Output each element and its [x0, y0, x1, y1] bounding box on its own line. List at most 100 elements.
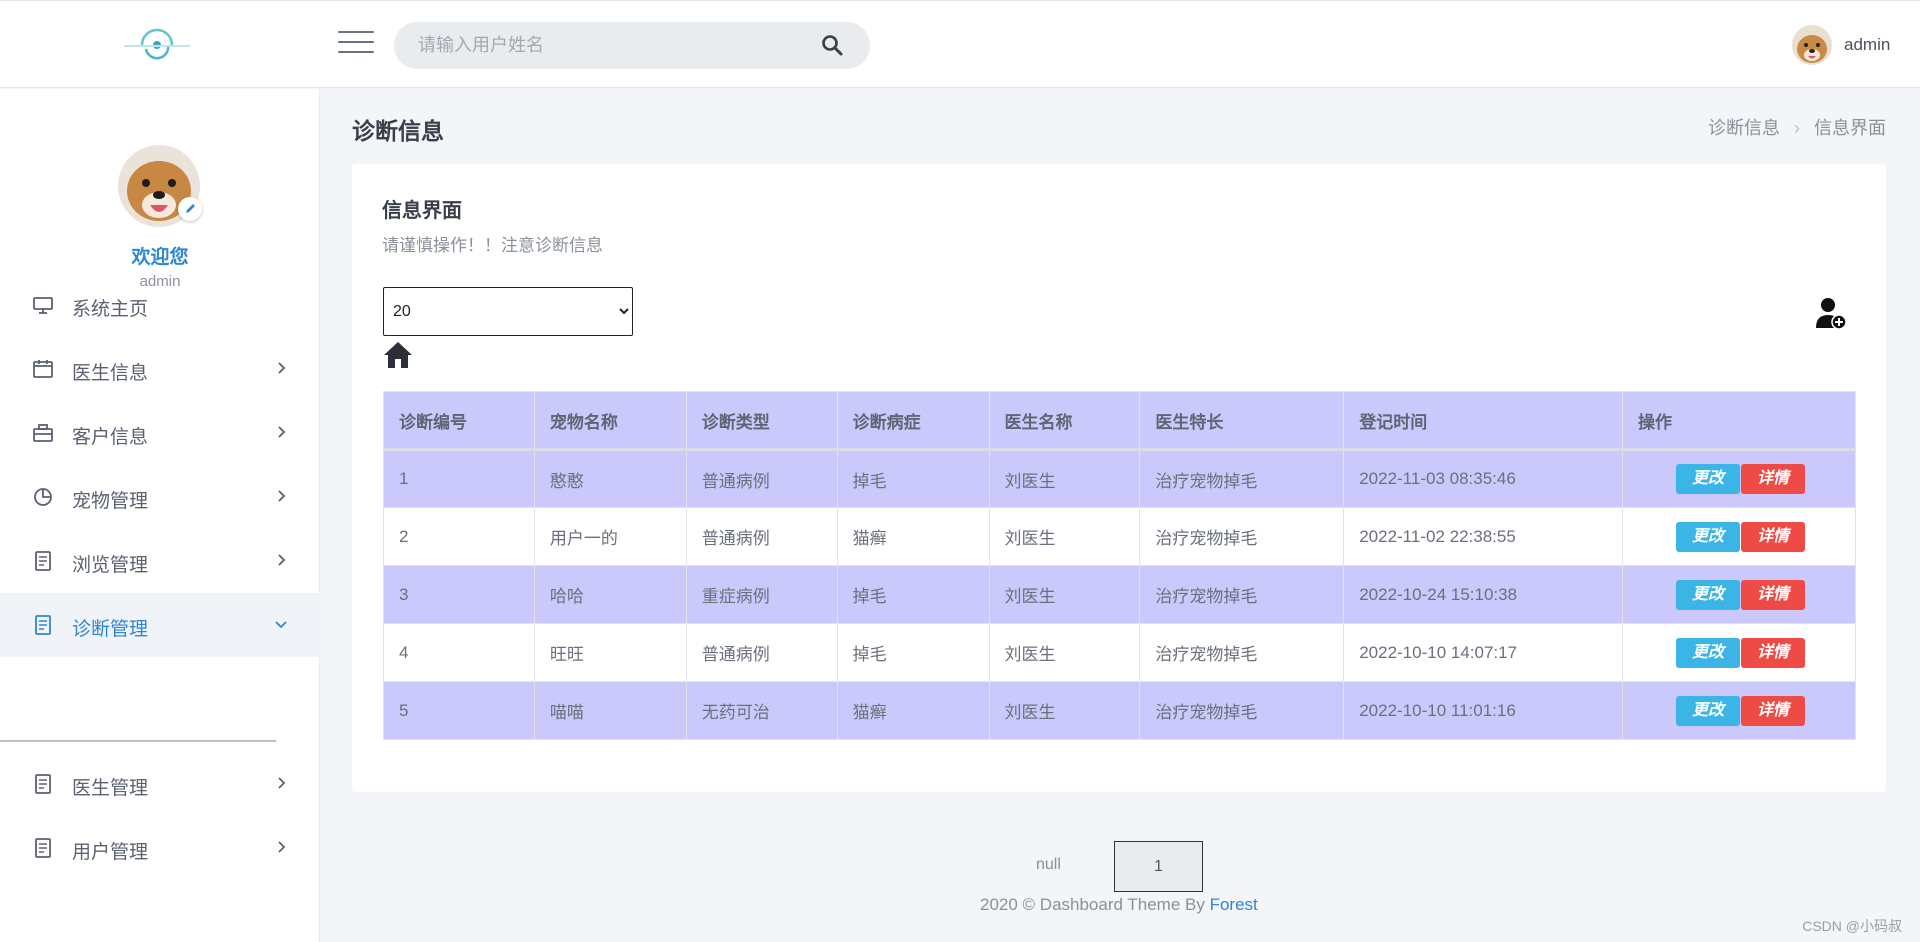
sidebar-item-label: 用户管理 [72, 842, 149, 863]
table-cell: 刘医生 [988, 623, 1141, 682]
sidebar-item-doctor-management[interactable]: 医生管理 [0, 752, 320, 816]
home-icon[interactable] [382, 340, 414, 370]
edit-button[interactable]: 更改 [1676, 579, 1741, 610]
column-header[interactable]: 医生特长 [1139, 391, 1345, 451]
sidebar-item-diagnosis-management[interactable]: 诊断管理 [0, 593, 320, 657]
footer: 2020 © Dashboard Theme By Forest [980, 895, 1258, 915]
column-header: 操作 [1622, 391, 1856, 451]
document-icon [32, 551, 54, 571]
table-cell: 2 [383, 507, 535, 566]
edit-profile-icon[interactable] [178, 197, 202, 221]
header-avatar[interactable] [1792, 25, 1832, 65]
chevron-right-icon [274, 840, 288, 854]
table-cell: 治疗宠物掉毛 [1139, 507, 1345, 566]
breadcrumb-item-current: 信息界面 [1814, 118, 1886, 138]
breadcrumb-separator-icon: › [1794, 118, 1800, 138]
sidebar-item-customer-info[interactable]: 客户信息 [0, 401, 320, 465]
table-cell: 2022-10-10 11:01:16 [1343, 681, 1624, 740]
table-cell: 1 [383, 449, 535, 508]
sidebar-item-label: 医生管理 [72, 778, 149, 799]
sidebar-divider: ———————————————————————————————— [0, 732, 276, 750]
menu-toggle-button[interactable] [338, 31, 374, 59]
sidebar-item-home[interactable]: 系统主页 [0, 273, 320, 337]
detail-button[interactable]: 详情 [1741, 695, 1806, 726]
table-cell: 哈哈 [533, 565, 687, 624]
table-cell: 刘医生 [988, 449, 1141, 508]
edit-button[interactable]: 更改 [1676, 464, 1741, 494]
table-cell: 2022-11-03 08:35:46 [1343, 449, 1624, 508]
table-cell: 重症病例 [685, 565, 838, 624]
edit-button[interactable]: 更改 [1676, 637, 1741, 668]
detail-button[interactable]: 详情 [1741, 521, 1806, 552]
chevron-right-icon [274, 553, 288, 567]
chevron-down-icon [274, 617, 288, 631]
sidebar-item-label: 宠物管理 [72, 491, 149, 512]
chevron-right-icon [274, 425, 288, 439]
document-icon [32, 838, 54, 858]
page-title: 诊断信息 [352, 118, 444, 144]
table-cell: 猫癣 [836, 681, 990, 740]
diagnosis-table: 诊断编号 宠物名称 诊断类型 诊断病症 医生名称 医生特长 登记时间 操作 1 … [383, 391, 1856, 740]
table-header-row: 诊断编号 宠物名称 诊断类型 诊断病症 医生名称 医生特长 登记时间 操作 [383, 391, 1856, 451]
add-user-icon[interactable] [1815, 296, 1847, 330]
top-header: admin [0, 0, 1920, 88]
footer-link[interactable]: Forest [1210, 895, 1258, 914]
actions-cell: 更改 详情 [1622, 507, 1856, 566]
table-cell: 普通病例 [685, 507, 838, 566]
sidebar-item-doctor-info[interactable]: 医生信息 [0, 337, 320, 401]
watermark: CSDN @小码叔 [1802, 918, 1902, 934]
chevron-right-icon [274, 776, 288, 790]
table-cell: 掉毛 [836, 623, 990, 682]
footer-text: 2020 © Dashboard Theme By [980, 895, 1210, 914]
logo-icon[interactable] [122, 21, 192, 69]
table-cell: 治疗宠物掉毛 [1139, 449, 1345, 508]
actions-cell: 更改 详情 [1622, 565, 1856, 624]
header-username[interactable]: admin [1844, 35, 1890, 55]
info-card: 信息界面 请谨慎操作！！注意诊断信息 20 诊断编号 宠物名称 诊断类型 诊断病… [352, 164, 1886, 792]
breadcrumb-item[interactable]: 诊断信息 [1708, 118, 1780, 138]
welcome-text: 欢迎您 [131, 247, 189, 268]
sidebar-item-user-management[interactable]: 用户管理 [0, 816, 320, 880]
sidebar-item-pet-management[interactable]: 宠物管理 [0, 465, 320, 529]
column-header[interactable]: 诊断病症 [836, 391, 990, 451]
table-cell: 掉毛 [836, 449, 990, 508]
chevron-right-icon [274, 361, 288, 375]
sidebar: 欢迎您 admin 系统主页 医生信息 客户信息 宠物管理 浏览管理 诊断管理 … [0, 89, 320, 942]
table-cell: 3 [383, 565, 535, 624]
table-cell: 治疗宠物掉毛 [1139, 565, 1345, 624]
page-size-select[interactable]: 20 [383, 287, 633, 336]
search-box [394, 22, 870, 69]
pie-chart-icon [32, 487, 54, 507]
sidebar-item-label: 诊断管理 [72, 619, 149, 640]
column-header[interactable]: 登记时间 [1343, 391, 1624, 451]
table-cell: 治疗宠物掉毛 [1139, 681, 1345, 740]
sidebar-item-label: 系统主页 [72, 299, 149, 320]
table-cell: 2022-10-24 15:10:38 [1343, 565, 1624, 624]
table-row: 5 喵喵 无药可治 猫癣 刘医生 治疗宠物掉毛 2022-10-10 11:01… [383, 681, 1856, 740]
table-cell: 刘医生 [988, 681, 1141, 740]
column-header[interactable]: 诊断类型 [685, 391, 838, 451]
actions-cell: 更改 详情 [1622, 449, 1856, 508]
sidebar-item-browse-management[interactable]: 浏览管理 [0, 529, 320, 593]
table-cell: 刘医生 [988, 565, 1141, 624]
edit-button[interactable]: 更改 [1676, 695, 1741, 726]
column-header[interactable]: 诊断编号 [383, 391, 535, 451]
table-cell: 用户一的 [533, 507, 687, 566]
search-icon[interactable] [820, 33, 844, 57]
column-header[interactable]: 医生名称 [988, 391, 1141, 451]
table-row: 2 用户一的 普通病例 猫癣 刘医生 治疗宠物掉毛 2022-11-02 22:… [383, 507, 1856, 566]
table-cell: 普通病例 [685, 623, 838, 682]
table-cell: 喵喵 [533, 681, 687, 740]
pager-page-1[interactable]: 1 [1114, 841, 1203, 892]
search-input[interactable] [418, 22, 798, 69]
detail-button[interactable]: 详情 [1741, 464, 1806, 494]
detail-button[interactable]: 详情 [1741, 637, 1806, 668]
edit-button[interactable]: 更改 [1676, 521, 1741, 552]
document-icon [32, 774, 54, 794]
actions-cell: 更改 详情 [1622, 623, 1856, 682]
card-title: 信息界面 [382, 200, 462, 222]
pager-prev[interactable]: null [1036, 856, 1061, 874]
detail-button[interactable]: 详情 [1741, 579, 1806, 610]
column-header[interactable]: 宠物名称 [533, 391, 687, 451]
table-cell: 4 [383, 623, 535, 682]
